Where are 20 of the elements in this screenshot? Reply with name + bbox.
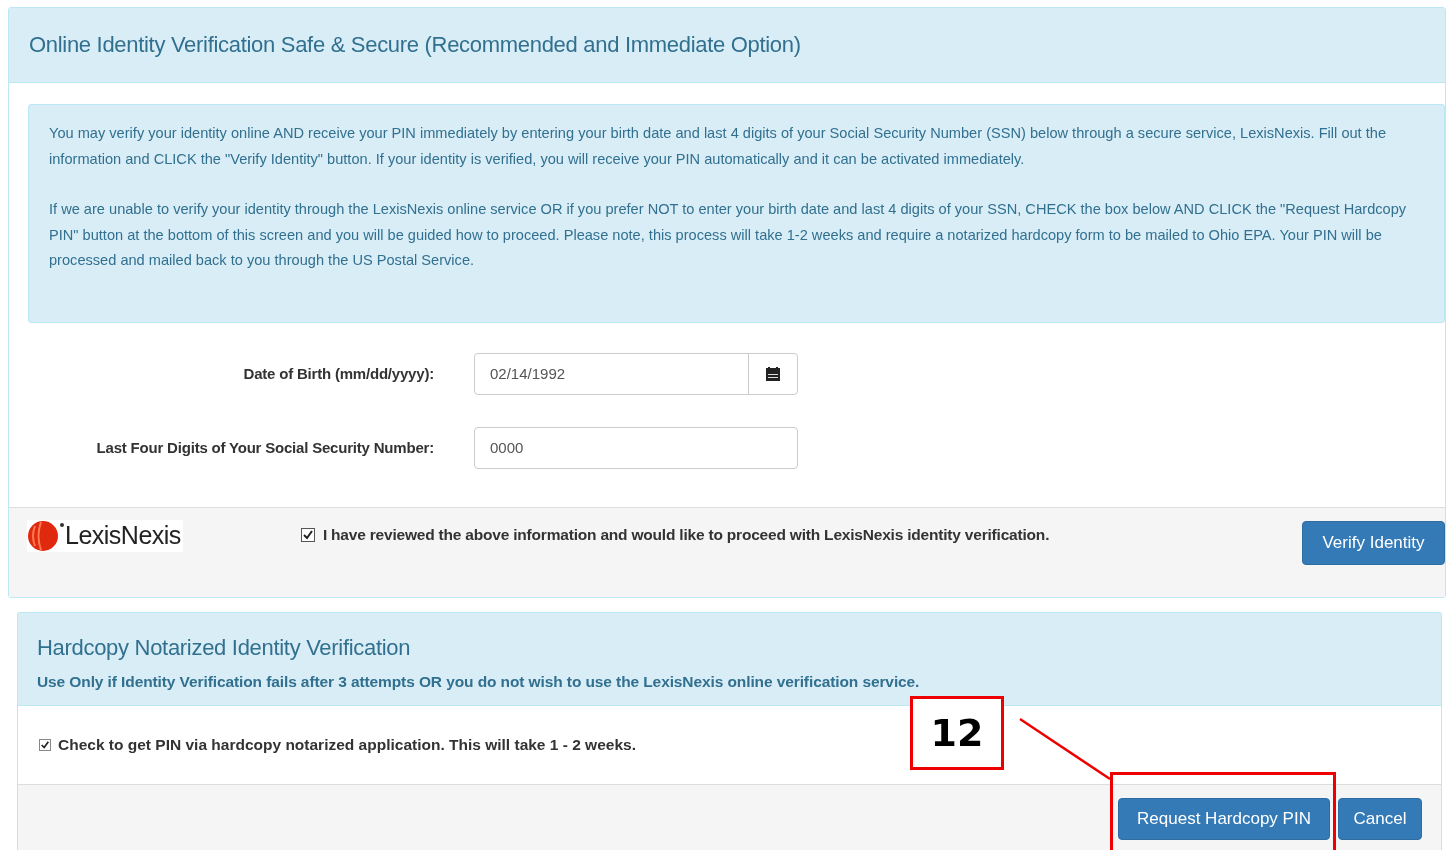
sphere-logo-icon [27, 519, 65, 552]
callout-number: 12 [910, 696, 1004, 770]
consent-label: I have reviewed the above information and would like to proceed with LexisNexis identity verification. [322, 525, 1050, 544]
panel-title: Online Identity Verification Safe & Secure (Recommended and Immediate Option) [29, 32, 801, 57]
consent-checkbox[interactable] [300, 527, 315, 542]
logo-text: LexisNexis [65, 521, 181, 551]
panel-subtitle: Use Only if Identity Verification fails after 3 attempts OR you do not wish to use the LexisNexis online verification service. [37, 672, 921, 691]
cancel-button[interactable]: Cancel [1338, 797, 1422, 840]
info-paragraph: You may verify your identity online AND receive your PIN immediately by entering your birth date and last 4 digits of your Social Security Number (SSN) below through a secure service, LexisNexis. Fill out the information and CLICK the "Verify Identity" button. If your identity is verified, you will receive your PIN automatically and it can be activated immediately. [49, 124, 1388, 169]
field-label: Date of Birth (mm/dd/yyyy): [242, 365, 435, 383]
hardcopy-option-label: Check to get PIN via hardcopy notarized application. This will take 1 - 2 weeks. [58, 735, 636, 754]
hardcopy-checkbox[interactable] [39, 738, 51, 751]
field-label: Last Four Digits of Your Social Security Number: [95, 439, 435, 457]
panel-title: Hardcopy Notarized Identity Verification [37, 634, 412, 661]
date-field[interactable]: 02/14/1992 [474, 352, 798, 395]
calendar-icon[interactable] [765, 365, 781, 382]
info-paragraph: If we are unable to verify your identity through the LexisNexis online service OR if you prefer NOT to enter your birth date and last 4 digits of your SSN, CHECK the box below AND CLICK the "Request Hardcopy PIN" button at the bottom of this screen and you will be guided how to proceed. Please note, this process will take 1-2 weeks and require a notarized hardcopy form to be mailed to Ohio EPA. Your PIN will be processed and mailed back to you through the US Postal Service. [49, 200, 1408, 271]
request-hardcopy-button[interactable]: Request Hardcopy PIN [1118, 797, 1330, 840]
ssn-field[interactable]: 0000 [474, 426, 798, 469]
verify-identity-button[interactable]: Verify Identity [1302, 520, 1445, 565]
